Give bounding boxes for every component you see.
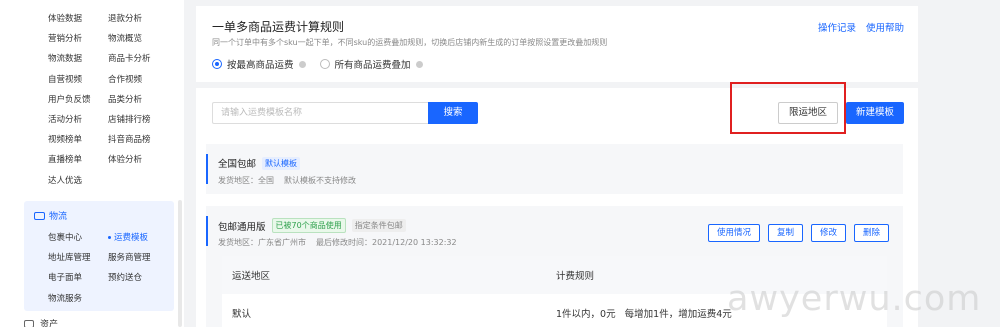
sidebar-item[interactable]: 电子面单 bbox=[48, 271, 108, 283]
sidebar-section-title[interactable]: 物流 bbox=[34, 209, 67, 222]
question-icon[interactable] bbox=[415, 60, 423, 68]
sidebar-item[interactable]: 视频榜单 bbox=[48, 133, 108, 145]
sidebar-item[interactable]: 物流概览 bbox=[108, 32, 168, 44]
operation-log-link[interactable]: 操作记录 bbox=[818, 20, 856, 34]
template-name: 包邮通用版 已被70个商品使用 指定条件包邮 bbox=[218, 218, 406, 233]
rules-card: 一单多商品运费计算规则 同一个订单中有多个sku一起下单，不同sku的运费叠加规… bbox=[196, 6, 918, 82]
delete-button[interactable]: 删除 bbox=[853, 224, 889, 242]
rules-links: 操作记录 使用帮助 bbox=[818, 20, 904, 34]
radio-sum-fee[interactable]: 所有商品运费叠加 bbox=[319, 57, 423, 71]
accent-bar bbox=[206, 216, 208, 246]
sidebar-item[interactable]: 营销分析 bbox=[48, 32, 108, 44]
sidebar-item[interactable]: 活动分析 bbox=[48, 113, 108, 125]
sidebar-scrollbar[interactable] bbox=[178, 200, 182, 327]
radio-unchecked-icon bbox=[319, 59, 330, 69]
sidebar-item[interactable]: 服务商管理 bbox=[108, 251, 168, 263]
limit-region-button[interactable]: 限运地区 bbox=[778, 102, 838, 124]
sidebar: 体验数据 退款分析 营销分析 物流概览 物流数据 商品卡分析 自营视频 合作视频 用户负… bbox=[0, 0, 184, 327]
template-search-input[interactable]: 请输入运费模板名称 bbox=[212, 102, 428, 124]
sidebar-section-logistics: 物流 包裹中心 运费模板 地址库管理 服务商管理 电子面单 预约送仓 物流服务 bbox=[24, 201, 174, 311]
radio-checked-icon bbox=[212, 59, 222, 69]
sidebar-section-label: 资产 bbox=[40, 320, 59, 327]
new-template-button[interactable]: 新建模板 bbox=[846, 102, 904, 124]
search-button[interactable]: 搜索 bbox=[428, 102, 478, 124]
active-dot-icon bbox=[108, 236, 111, 240]
template-title: 包邮通用版 bbox=[218, 221, 266, 233]
template-card-default: 全国包邮 默认模板 发货地区：全国 默认模板不支持修改 bbox=[206, 144, 903, 194]
sidebar-item[interactable]: 体验数据 bbox=[48, 12, 108, 24]
template-name: 全国包邮 默认模板 bbox=[218, 156, 301, 170]
sidebar-item[interactable]: 合作视频 bbox=[108, 73, 168, 85]
sidebar-item[interactable]: 直播榜单 bbox=[48, 153, 108, 165]
sidebar-item[interactable]: 自营视频 bbox=[48, 73, 108, 85]
sidebar-item[interactable]: 地址库管理 bbox=[48, 251, 108, 263]
sidebar-section-label: 物流 bbox=[49, 212, 68, 222]
rules-radio-group: 按最高商品运费 所有商品运费叠加 bbox=[212, 57, 423, 71]
column-header-region: 运送地区 bbox=[232, 271, 271, 282]
sidebar-item[interactable]: 包裹中心 bbox=[48, 231, 108, 243]
radio-label: 按最高商品运费 bbox=[227, 60, 294, 71]
sidebar-item-active[interactable]: 运费模板 bbox=[108, 231, 168, 243]
sidebar-item[interactable]: 体验分析 bbox=[108, 153, 168, 165]
watermark: awyerwu.com bbox=[727, 279, 982, 319]
usage-tag: 已被70个商品使用 bbox=[271, 218, 346, 233]
sidebar-item[interactable]: 达人优选 bbox=[48, 174, 108, 186]
sidebar-item[interactable]: 品类分析 bbox=[108, 93, 168, 105]
sidebar-item[interactable]: 预约送仓 bbox=[108, 271, 168, 283]
template-origin: 发货地区：广东省广州市 bbox=[218, 238, 306, 247]
question-icon[interactable] bbox=[298, 60, 306, 68]
radio-label: 所有商品运费叠加 bbox=[334, 60, 411, 71]
help-link[interactable]: 使用帮助 bbox=[866, 20, 904, 34]
sidebar-item[interactable]: 物流服务 bbox=[48, 292, 108, 304]
wallet-icon bbox=[24, 319, 34, 327]
truck-icon bbox=[34, 211, 45, 220]
default-tag: 默认模板 bbox=[262, 156, 301, 170]
template-actions: 使用情况 复制 修改 删除 bbox=[707, 224, 889, 242]
template-title: 全国包邮 bbox=[218, 159, 257, 170]
sidebar-item[interactable]: 用户负反馈 bbox=[48, 93, 108, 105]
copy-button[interactable]: 复制 bbox=[767, 224, 803, 242]
accent-bar bbox=[206, 154, 208, 184]
usage-button[interactable]: 使用情况 bbox=[707, 224, 760, 242]
sidebar-logistics-grid: 包裹中心 运费模板 地址库管理 服务商管理 电子面单 预约送仓 物流服务 bbox=[48, 227, 168, 308]
sidebar-menu-grid: 体验数据 退款分析 营销分析 物流概览 物流数据 商品卡分析 自营视频 合作视频 用户负… bbox=[48, 8, 178, 190]
sidebar-item[interactable]: 退款分析 bbox=[108, 12, 168, 24]
template-origin: 发货地区：全国 bbox=[218, 176, 274, 185]
sidebar-item[interactable]: 物流数据 bbox=[48, 52, 108, 64]
template-info: 发货地区：全国 默认模板不支持修改 bbox=[218, 175, 356, 186]
edit-button[interactable]: 修改 bbox=[810, 224, 846, 242]
sidebar-section-assets[interactable]: 资产 bbox=[24, 317, 58, 327]
sidebar-item[interactable]: 店铺排行榜 bbox=[108, 113, 168, 125]
rules-subtitle: 同一个订单中有多个sku一起下单，不同sku的运费叠加规则，切换后店铺内新生成的… bbox=[212, 38, 608, 47]
template-note: 默认模板不支持修改 bbox=[284, 176, 356, 185]
radio-highest-fee[interactable]: 按最高商品运费 bbox=[212, 57, 306, 71]
template-info: 发货地区：广东省广州市 最后修改时间：2021/12/20 13:32:32 bbox=[218, 237, 457, 248]
rules-title: 一单多商品运费计算规则 bbox=[212, 20, 345, 34]
condition-tag: 指定条件包邮 bbox=[351, 219, 406, 232]
table-cell-region: 默认 bbox=[232, 308, 252, 320]
sidebar-item[interactable]: 商品卡分析 bbox=[108, 52, 168, 64]
template-modified-time: 最后修改时间：2021/12/20 13:32:32 bbox=[316, 238, 457, 247]
sidebar-item[interactable]: 抖音商品榜 bbox=[108, 133, 168, 145]
